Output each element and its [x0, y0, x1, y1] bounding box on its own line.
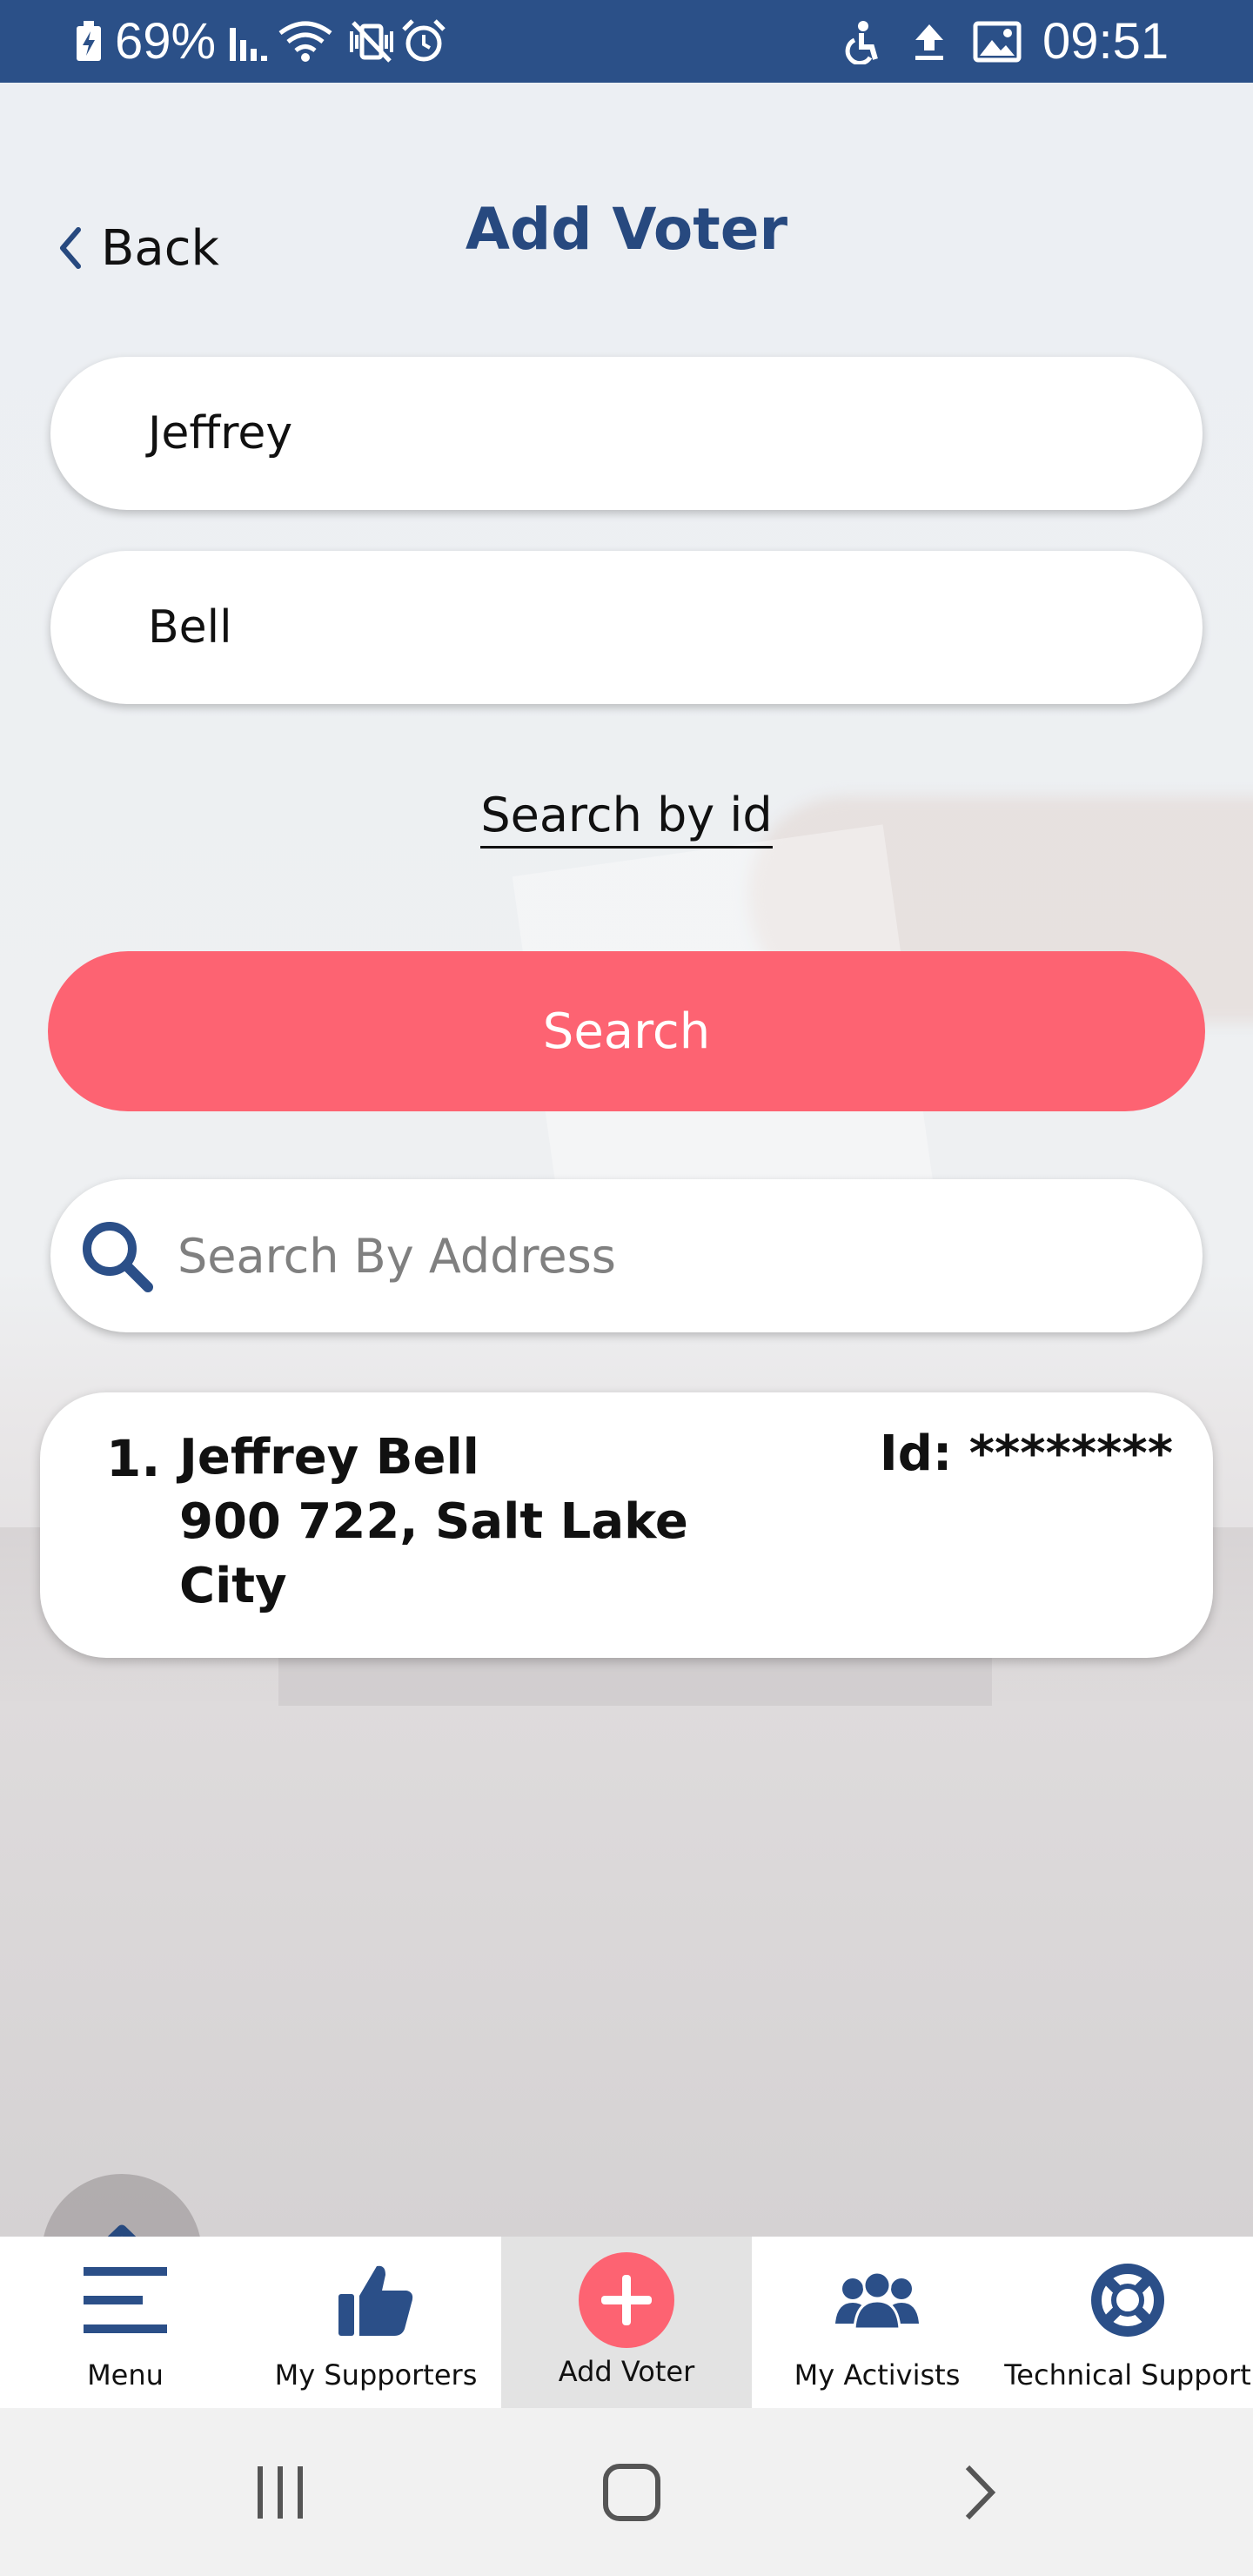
vibrate-mute-icon	[350, 21, 393, 63]
bottom-tab-bar: Menu My Supporters Add Voter My Activist…	[0, 2237, 1253, 2408]
battery-percent: 69%	[115, 13, 217, 70]
first-name-value: Jeffrey	[148, 407, 293, 460]
tab-add-voter-label: Add Voter	[558, 2355, 695, 2388]
search-button[interactable]: Search	[48, 951, 1205, 1111]
alarm-icon	[402, 19, 446, 62]
tab-my-supporters-label: My Supporters	[274, 2358, 478, 2392]
result-id: Id: ********	[879, 1426, 1173, 1482]
image-icon	[973, 21, 1022, 63]
tab-add-voter[interactable]: Add Voter	[501, 2237, 752, 2408]
add-circle-icon	[579, 2252, 674, 2348]
accessibility-icon	[845, 21, 878, 64]
chevron-right-icon	[965, 2465, 996, 2519]
recent-apps-icon	[258, 2465, 303, 2519]
main-content: Back Add Voter Jeffrey Bell Search by id…	[0, 83, 1253, 2237]
page-title: Add Voter	[465, 196, 788, 263]
home-button[interactable]	[545, 2408, 719, 2576]
signal-icon	[230, 28, 267, 61]
last-name-value: Bell	[148, 601, 232, 654]
group-icon	[835, 2271, 919, 2331]
voter-result-card[interactable]: 1. Jeffrey Bell 900 722, Salt Lake City …	[40, 1392, 1213, 1658]
forward-button[interactable]	[893, 2408, 1067, 2576]
tab-my-supporters[interactable]: My Supporters	[251, 2237, 501, 2408]
lifebuoy-icon	[1091, 2264, 1164, 2337]
search-by-id-container: Search by id	[0, 788, 1253, 849]
search-icon	[83, 1222, 153, 1292]
recent-apps-button[interactable]	[193, 2408, 367, 2576]
result-index: 1.	[106, 1429, 161, 1488]
address-search-input[interactable]: Search By Address	[50, 1179, 1203, 1332]
home-icon	[603, 2463, 660, 2521]
clock: 09:51	[1042, 13, 1169, 70]
thumbs-up-icon	[338, 2265, 413, 2336]
result-details: Jeffrey Bell 900 722, Salt Lake City	[179, 1426, 688, 1619]
double-chevron-up-icon	[107, 2224, 137, 2237]
tab-menu[interactable]: Menu	[0, 2237, 251, 2408]
status-bar: 69% 09:51	[0, 0, 1253, 83]
menu-icon	[84, 2267, 167, 2333]
result-address-line1: 900 722, Salt Lake	[179, 1493, 688, 1550]
last-name-input[interactable]: Bell	[50, 551, 1203, 704]
search-button-label: Search	[542, 1003, 711, 1060]
first-name-input[interactable]: Jeffrey	[50, 357, 1203, 510]
search-by-id-link[interactable]: Search by id	[480, 788, 773, 849]
address-search-placeholder: Search By Address	[178, 1228, 616, 1284]
result-address-line2: City	[179, 1558, 287, 1614]
battery-charging-icon	[77, 21, 101, 61]
tab-my-activists[interactable]: My Activists	[752, 2237, 1002, 2408]
background-ballot-box	[278, 1658, 992, 1706]
tab-technical-support-label: Technical Support	[1004, 2358, 1251, 2392]
tab-technical-support[interactable]: Technical Support	[1002, 2237, 1253, 2408]
tab-my-activists-label: My Activists	[794, 2358, 961, 2392]
scroll-to-top-button[interactable]	[42, 2174, 202, 2237]
upload-icon	[915, 24, 943, 60]
tab-menu-label: Menu	[87, 2358, 164, 2392]
result-name: Jeffrey Bell	[179, 1429, 479, 1486]
wifi-icon	[278, 21, 332, 62]
system-nav-bar	[0, 2408, 1253, 2576]
